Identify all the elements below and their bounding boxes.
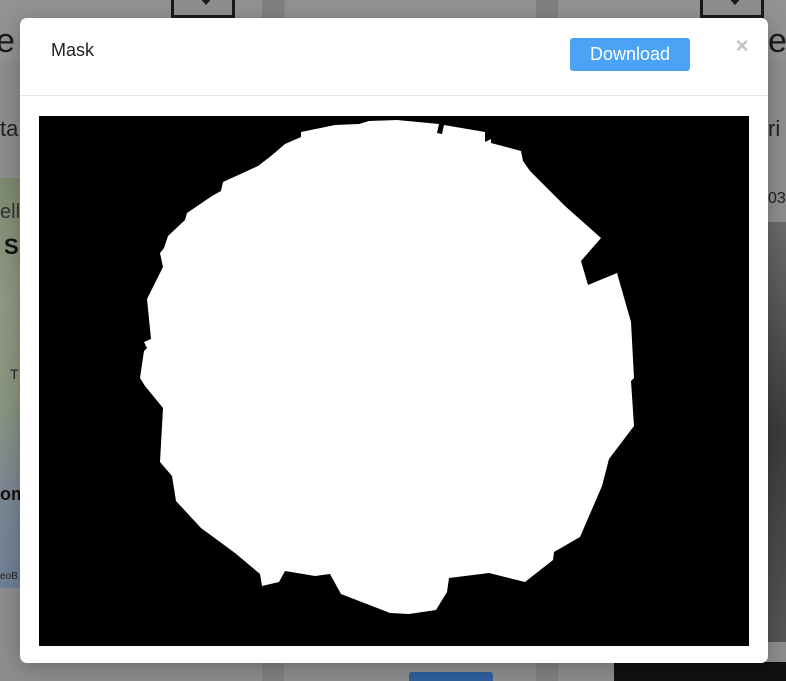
background-panel xyxy=(614,662,786,681)
background-photo-thumbnail xyxy=(768,222,786,642)
mask-image-canvas xyxy=(39,116,749,646)
background-map-attribution: eoB xyxy=(0,571,18,582)
modal-title: Mask xyxy=(51,40,95,60)
download-icon xyxy=(700,0,764,18)
mask-modal: Mask Download × xyxy=(20,18,768,663)
background-text-fragment: ri xyxy=(768,116,781,141)
background-heading-fragment: e xyxy=(768,22,786,60)
download-button[interactable]: Download xyxy=(570,38,690,71)
background-button xyxy=(409,672,493,681)
modal-header: Mask Download × xyxy=(20,18,768,96)
background-map-label: T xyxy=(10,366,19,382)
mask-image xyxy=(39,116,749,646)
background-map-label: S xyxy=(4,234,19,259)
close-icon[interactable]: × xyxy=(734,34,750,58)
background-text-fragment: ta xyxy=(0,116,19,141)
background-text-fragment: ell xyxy=(0,201,21,223)
download-icon xyxy=(171,0,235,18)
background-text-fragment: 03 xyxy=(768,190,786,207)
